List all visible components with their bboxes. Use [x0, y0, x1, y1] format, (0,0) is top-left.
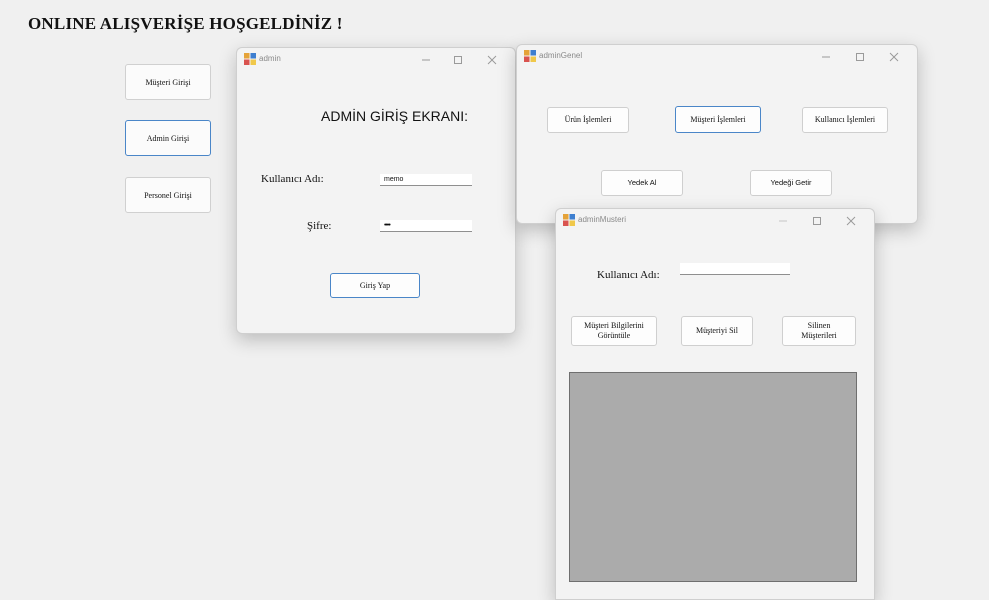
silinen-musterileri-button[interactable]: Silinen Müşterileri: [782, 316, 856, 346]
app-icon: [563, 214, 575, 226]
page-title: ONLINE ALIŞVERİŞE HOŞGELDİNİZ !: [28, 14, 343, 33]
admin-musteri-window-titlebar[interactable]: adminMusteri: [556, 209, 874, 233]
admin-heading: ADMİN GİRİŞ EKRANI:: [321, 108, 469, 124]
admin-window: admin ADMİN GİRİŞ EKRANI: Kullanıcı Adı:…: [236, 47, 516, 334]
minimize-icon[interactable]: [815, 48, 837, 66]
yedegi-getir-button[interactable]: Yedeği Getir: [750, 170, 832, 196]
musteri-bilgilerini-goruntule-button[interactable]: Müşteri Bilgilerini Görüntüle: [571, 316, 657, 346]
customers-data-grid[interactable]: [569, 372, 857, 582]
username-input[interactable]: memo: [380, 174, 472, 186]
window-title: adminMusteri: [578, 215, 627, 224]
admin-genel-window-titlebar[interactable]: adminGenel: [517, 45, 917, 69]
urun-islemleri-button[interactable]: Ürün İşlemleri: [547, 107, 629, 133]
musteri-islemleri-button[interactable]: Müşteri İşlemleri: [675, 106, 761, 133]
musteriyi-sil-button[interactable]: Müşteriyi Sil: [681, 316, 753, 346]
app-icon: [524, 50, 536, 62]
username-input[interactable]: [680, 263, 790, 275]
admin-musteri-window: adminMusteri Kullanıcı Adı: Müşteri Bilg…: [555, 208, 875, 600]
minimize-icon[interactable]: [415, 51, 437, 69]
window-title: adminGenel: [539, 51, 583, 60]
password-label: Şifre:: [307, 220, 332, 232]
kullanici-islemleri-button[interactable]: Kullanıcı İşlemleri: [802, 107, 888, 133]
admin-window-titlebar[interactable]: admin: [237, 48, 515, 72]
musteri-girisi-button[interactable]: Müşteri Girişi: [125, 64, 211, 100]
admin-genel-window: adminGenel Ürün İşlemleri Müşteri İşleml…: [516, 44, 918, 224]
app-icon: [244, 53, 256, 65]
maximize-icon[interactable]: [447, 51, 469, 69]
personel-girisi-button[interactable]: Personel Girişi: [125, 177, 211, 213]
maximize-icon[interactable]: [849, 48, 871, 66]
username-label: Kullanıcı Adı:: [597, 269, 660, 281]
admin-girisi-button[interactable]: Admin Girişi: [125, 120, 211, 156]
close-icon[interactable]: [840, 212, 862, 230]
window-title: admin: [259, 54, 281, 63]
minimize-icon[interactable]: [772, 212, 794, 230]
maximize-icon[interactable]: [806, 212, 828, 230]
giris-yap-button[interactable]: Giriş Yap: [330, 273, 420, 298]
password-input[interactable]: ••••: [380, 220, 472, 232]
yedek-al-button[interactable]: Yedek Al: [601, 170, 683, 196]
username-label: Kullanıcı Adı:: [261, 173, 324, 185]
close-icon[interactable]: [883, 48, 905, 66]
close-icon[interactable]: [481, 51, 503, 69]
